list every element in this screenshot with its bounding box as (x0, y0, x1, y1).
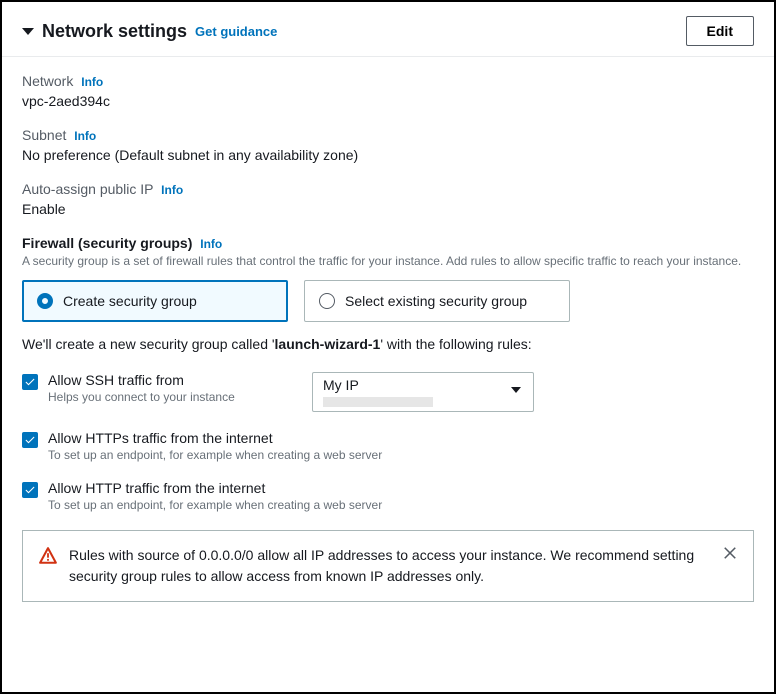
allow-http-desc: To set up an endpoint, for example when … (48, 498, 754, 512)
sg-msg-suffix: ' with the following rules: (380, 336, 531, 352)
collapse-caret-icon[interactable] (22, 28, 34, 35)
security-warning-alert: Rules with source of 0.0.0.0/0 allow all… (22, 530, 754, 602)
subnet-label: Subnet Info (22, 127, 754, 143)
allow-http-row: Allow HTTP traffic from the internet To … (22, 480, 754, 512)
ssh-text-block: Allow SSH traffic from Helps you connect… (48, 372, 302, 404)
edit-button[interactable]: Edit (686, 16, 754, 46)
network-field: Network Info vpc-2aed394c (22, 73, 754, 109)
auto-ip-label-text: Auto-assign public IP (22, 181, 153, 197)
allow-https-label: Allow HTTPs traffic from the internet (48, 430, 754, 446)
get-guidance-link[interactable]: Get guidance (195, 24, 277, 39)
allow-https-desc: To set up an endpoint, for example when … (48, 448, 754, 462)
allow-ssh-row: Allow SSH traffic from Helps you connect… (22, 372, 754, 412)
ssh-ip-placeholder (323, 397, 433, 407)
firewall-options: Create security group Select existing se… (22, 280, 754, 322)
select-existing-security-group-option[interactable]: Select existing security group (304, 280, 570, 322)
network-value: vpc-2aed394c (22, 93, 754, 109)
allow-ssh-label: Allow SSH traffic from (48, 372, 302, 388)
allow-http-label: Allow HTTP traffic from the internet (48, 480, 754, 496)
close-icon (723, 546, 737, 560)
check-icon (24, 434, 36, 446)
http-text-block: Allow HTTP traffic from the internet To … (48, 480, 754, 512)
radio-checked-icon (37, 293, 53, 309)
auto-ip-label: Auto-assign public IP Info (22, 181, 754, 197)
panel-title: Network settings (42, 21, 187, 42)
create-sg-label: Create security group (63, 293, 197, 309)
network-info-link[interactable]: Info (81, 75, 103, 89)
allow-http-checkbox[interactable] (22, 482, 38, 498)
sg-msg-prefix: We'll create a new security group called… (22, 336, 275, 352)
allow-https-row: Allow HTTPs traffic from the internet To… (22, 430, 754, 462)
allow-ssh-checkbox[interactable] (22, 374, 38, 390)
firewall-label: Firewall (security groups) Info (22, 235, 754, 251)
network-label-text: Network (22, 73, 73, 89)
https-text-block: Allow HTTPs traffic from the internet To… (48, 430, 754, 462)
subnet-info-link[interactable]: Info (74, 129, 96, 143)
check-icon (24, 376, 36, 388)
firewall-label-text: Firewall (security groups) (22, 235, 192, 251)
firewall-field: Firewall (security groups) Info A securi… (22, 235, 754, 322)
create-security-group-option[interactable]: Create security group (22, 280, 288, 322)
auto-ip-info-link[interactable]: Info (161, 183, 183, 197)
sg-msg-name: launch-wizard-1 (275, 336, 381, 352)
alert-close-button[interactable] (723, 545, 737, 563)
auto-ip-field: Auto-assign public IP Info Enable (22, 181, 754, 217)
alert-text: Rules with source of 0.0.0.0/0 allow all… (69, 545, 711, 587)
header-left: Network settings Get guidance (22, 21, 277, 42)
warning-icon (39, 547, 57, 568)
subnet-value: No preference (Default subnet in any ava… (22, 147, 754, 163)
network-label: Network Info (22, 73, 754, 89)
ssh-source-dropdown[interactable]: My IP (312, 372, 534, 412)
ssh-dropdown-value: My IP (323, 377, 359, 393)
radio-unchecked-icon (319, 293, 335, 309)
check-icon (24, 484, 36, 496)
panel-header: Network settings Get guidance Edit (2, 2, 774, 57)
subnet-label-text: Subnet (22, 127, 66, 143)
subnet-field: Subnet Info No preference (Default subne… (22, 127, 754, 163)
auto-ip-value: Enable (22, 201, 754, 217)
firewall-desc: A security group is a set of firewall ru… (22, 253, 754, 270)
panel-content: Network Info vpc-2aed394c Subnet Info No… (2, 57, 774, 622)
allow-https-checkbox[interactable] (22, 432, 38, 448)
select-sg-label: Select existing security group (345, 293, 527, 309)
network-settings-panel: Network settings Get guidance Edit Netwo… (0, 0, 776, 694)
chevron-down-icon (511, 387, 521, 393)
ssh-left-block: Allow SSH traffic from Helps you connect… (22, 372, 302, 404)
allow-ssh-desc: Helps you connect to your instance (48, 390, 302, 404)
firewall-info-link[interactable]: Info (200, 237, 222, 251)
sg-create-message: We'll create a new security group called… (22, 336, 754, 352)
